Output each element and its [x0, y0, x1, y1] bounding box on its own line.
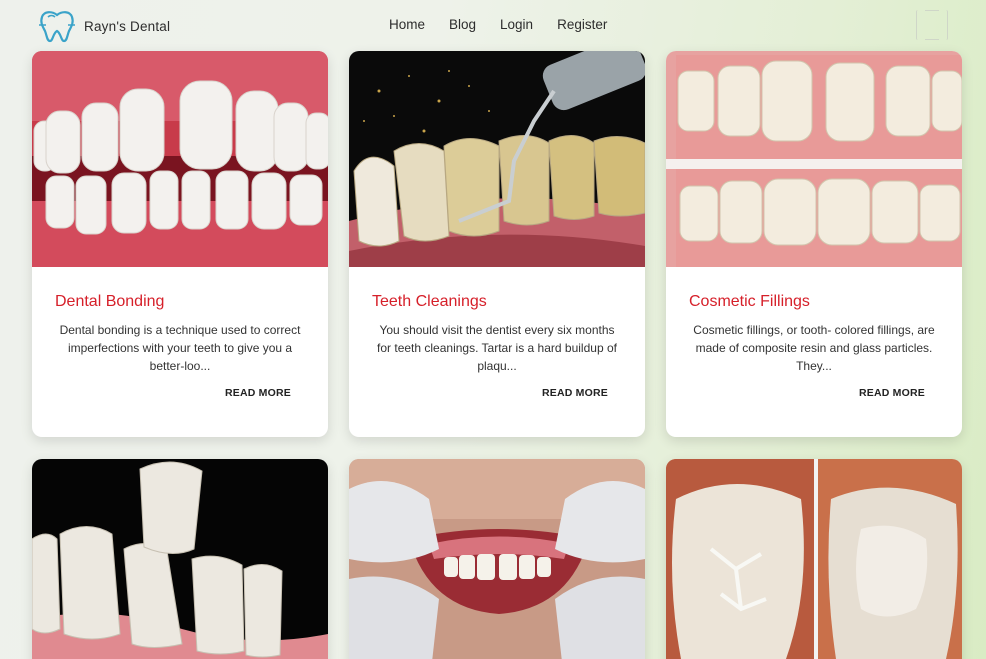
service-card-cosmetic-fillings: Cosmetic Fillings Cosmetic fillings, or … [666, 51, 962, 437]
service-card-teeth-cleanings: Teeth Cleanings You should visit the den… [349, 51, 645, 437]
card-title: Teeth Cleanings [372, 293, 487, 310]
read-more-link[interactable]: READ MORE [859, 387, 925, 399]
service-card-dental-bonding: Dental Bonding Dental bonding is a techn… [32, 51, 328, 437]
service-card-tooth-filling [666, 459, 962, 659]
card-description: You should visit the dentist every six m… [377, 323, 617, 373]
menu-toggle-button[interactable] [916, 10, 948, 40]
card-title: Cosmetic Fillings [689, 293, 810, 310]
teeth-cleaning-image [349, 51, 645, 267]
logo-link[interactable]: Rayn's Dental [38, 9, 170, 43]
main-nav: Home Blog Login Register [389, 17, 607, 32]
nav-login[interactable]: Login [500, 17, 533, 32]
dental-bonding-image [32, 51, 328, 267]
read-more-link[interactable]: READ MORE [225, 387, 291, 399]
read-more-link[interactable]: READ MORE [542, 387, 608, 399]
nav-register[interactable]: Register [557, 17, 607, 32]
tooth-filling-image [666, 459, 962, 659]
nav-home[interactable]: Home [389, 17, 425, 32]
veneer-image [32, 459, 328, 659]
service-card-gum-treatment [349, 459, 645, 659]
service-card-veneers [32, 459, 328, 659]
nav-blog[interactable]: Blog [449, 17, 476, 32]
card-description: Cosmetic fillings, or tooth- colored fil… [693, 323, 935, 373]
gum-treatment-image [349, 459, 645, 659]
brand-name: Rayn's Dental [84, 18, 171, 34]
cosmetic-fillings-image [666, 51, 962, 267]
card-description: Dental bonding is a technique used to co… [59, 323, 301, 373]
site-header: Rayn's Dental Home Blog Login Register [0, 0, 986, 50]
card-title: Dental Bonding [55, 293, 165, 310]
tooth-logo-icon [39, 11, 75, 43]
